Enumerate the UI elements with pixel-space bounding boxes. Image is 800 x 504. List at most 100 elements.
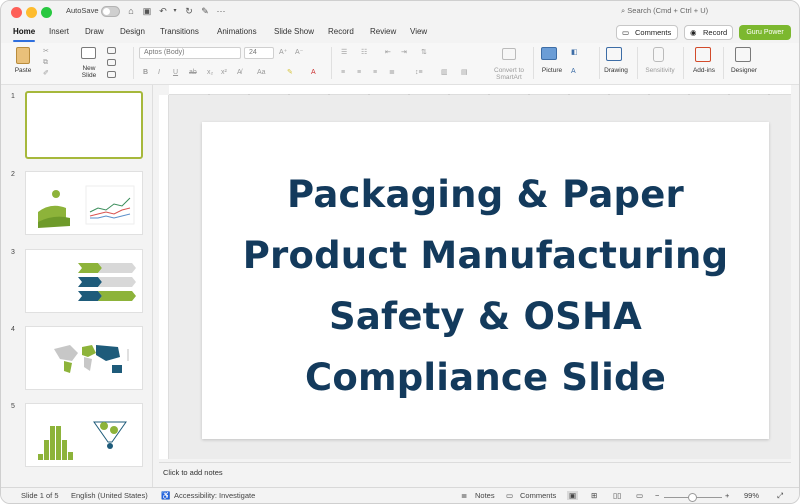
tab-review[interactable]: Review	[370, 27, 396, 36]
sensitivity-label[interactable]: Sensitivity	[641, 67, 679, 74]
bullets-icon[interactable]: ☰	[341, 48, 347, 58]
minimize-window-button[interactable]	[26, 7, 37, 18]
current-slide[interactable]: Packaging & Paper Product Manufacturing …	[202, 122, 769, 439]
align-text-icon[interactable]: ▤	[461, 68, 468, 78]
comments-toggle[interactable]: Comments	[520, 491, 556, 500]
home-icon[interactable]: ⌂	[125, 5, 137, 18]
layout-icon[interactable]	[107, 47, 116, 54]
decrease-font-icon[interactable]: A⁻	[295, 48, 303, 58]
strikethrough-icon[interactable]: ab	[189, 68, 197, 78]
zoom-level[interactable]: 99%	[744, 491, 759, 500]
autosave-toggle[interactable]	[101, 6, 120, 17]
slide-sorter-icon[interactable]: ⊞	[591, 491, 597, 500]
guru-power-button[interactable]: Guru Power	[739, 25, 791, 40]
text-direction-icon[interactable]: ⇅	[421, 48, 427, 58]
tab-record[interactable]: Record	[328, 27, 354, 36]
italic-icon[interactable]: I	[158, 68, 160, 78]
tab-home[interactable]: Home	[13, 27, 36, 42]
reset-icon[interactable]	[107, 59, 116, 66]
paste-label[interactable]: Paste	[9, 67, 37, 74]
sensitivity-icon[interactable]	[653, 47, 664, 62]
highlight-icon[interactable]: ✎	[287, 68, 293, 78]
font-color-icon[interactable]: A	[311, 68, 316, 78]
picture-icon[interactable]	[541, 47, 557, 60]
drawing-icon[interactable]	[606, 47, 622, 61]
format-painter-icon[interactable]: ✐	[43, 69, 49, 79]
tab-slide-show[interactable]: Slide Show	[274, 27, 314, 36]
zoom-in-icon[interactable]: +	[725, 491, 729, 500]
tab-insert[interactable]: Insert	[49, 27, 69, 36]
slide-thumbnail-2[interactable]	[25, 171, 143, 235]
increase-font-icon[interactable]: A⁺	[279, 48, 287, 58]
more-icon[interactable]: ···	[215, 5, 227, 18]
cut-icon[interactable]: ✂	[43, 47, 49, 57]
notes-toggle[interactable]: Notes	[475, 491, 495, 500]
picture-label[interactable]: Picture	[537, 67, 567, 74]
slideshow-icon[interactable]: ▭	[636, 491, 643, 500]
drawing-label[interactable]: Drawing	[601, 67, 631, 74]
tab-transitions[interactable]: Transitions	[160, 27, 199, 36]
fit-icon[interactable]: ⤢	[777, 491, 783, 501]
vertical-ruler[interactable]	[159, 95, 169, 459]
tab-view[interactable]: View	[410, 27, 427, 36]
textbox-icon[interactable]: A	[571, 67, 576, 77]
close-window-button[interactable]	[11, 7, 22, 18]
designer-icon[interactable]	[735, 47, 751, 62]
smartart-icon[interactable]	[502, 48, 516, 60]
undo-dropdown-icon[interactable]: ▾	[169, 5, 181, 18]
slide-title-textbox[interactable]: Packaging & Paper Product Manufacturing …	[202, 122, 769, 439]
edit-icon[interactable]: ✎	[199, 5, 211, 18]
new-slide-icon[interactable]	[81, 47, 96, 59]
reading-view-icon[interactable]: ▯▯	[613, 491, 621, 500]
change-case-icon[interactable]: Aa	[257, 68, 266, 78]
section-icon[interactable]	[107, 71, 116, 78]
align-left-icon[interactable]: ≡	[341, 68, 345, 78]
underline-icon[interactable]: U	[173, 68, 178, 78]
undo-icon[interactable]: ↶	[157, 5, 169, 18]
slide-thumbnail-pane[interactable]: 1 2 3 4 5	[1, 85, 153, 487]
slide-title-line-4: Compliance Slide	[305, 355, 666, 399]
zoom-window-button[interactable]	[41, 7, 52, 18]
tab-draw[interactable]: Draw	[85, 27, 104, 36]
shapes-icon[interactable]: ◧	[571, 48, 578, 58]
record-button[interactable]: ◉ Record	[684, 25, 733, 40]
increase-indent-icon[interactable]: ⇥	[401, 48, 407, 58]
align-center-icon[interactable]: ≡	[357, 68, 361, 78]
bold-icon[interactable]: B	[143, 68, 148, 78]
slide-thumbnail-5[interactable]	[25, 403, 143, 467]
zoom-slider-knob[interactable]	[688, 493, 697, 502]
subscript-icon[interactable]: x₂	[207, 68, 213, 78]
copy-icon[interactable]: ⧉	[43, 58, 48, 68]
language-status[interactable]: English (United States)	[71, 491, 148, 500]
new-slide-label[interactable]: New Slide	[75, 65, 103, 79]
addins-icon[interactable]	[695, 47, 711, 62]
notes-pane[interactable]: Click to add notes	[159, 462, 791, 482]
tab-animations[interactable]: Animations	[217, 27, 257, 36]
convert-smartart-label[interactable]: Convert to SmartArt	[489, 67, 529, 81]
accessibility-status[interactable]: Accessibility: Investigate	[174, 491, 255, 500]
addins-label[interactable]: Add-ins	[689, 67, 719, 74]
columns-icon[interactable]: ▥	[441, 68, 448, 78]
tab-design[interactable]: Design	[120, 27, 145, 36]
justify-icon[interactable]: ≣	[389, 68, 395, 78]
slide-thumbnail-1[interactable]	[25, 91, 143, 159]
redo-icon[interactable]: ↻	[183, 5, 195, 18]
comments-button[interactable]: ▭ Comments	[616, 25, 678, 40]
search-field[interactable]: ⌕ Search (Cmd + Ctrl + U)	[621, 6, 708, 16]
slide-thumbnail-3[interactable]	[25, 249, 143, 313]
normal-view-icon[interactable]: ▣	[567, 491, 579, 500]
paste-icon[interactable]	[16, 47, 30, 64]
save-icon[interactable]: ▣	[141, 5, 153, 18]
decrease-indent-icon[interactable]: ⇤	[385, 48, 391, 58]
zoom-out-icon[interactable]: −	[655, 491, 659, 500]
font-size-field[interactable]: 24	[244, 47, 274, 59]
clear-format-icon[interactable]: A̸	[237, 68, 242, 78]
superscript-icon[interactable]: x²	[221, 68, 227, 78]
numbering-icon[interactable]: ☷	[361, 48, 367, 58]
font-name-field[interactable]: Aptos (Body)	[139, 47, 241, 59]
slide-thumbnail-4[interactable]	[25, 326, 143, 390]
horizontal-ruler[interactable]	[169, 85, 791, 98]
designer-label[interactable]: Designer	[728, 67, 760, 74]
align-right-icon[interactable]: ≡	[373, 68, 377, 78]
line-spacing-icon[interactable]: ↕≡	[415, 68, 423, 78]
